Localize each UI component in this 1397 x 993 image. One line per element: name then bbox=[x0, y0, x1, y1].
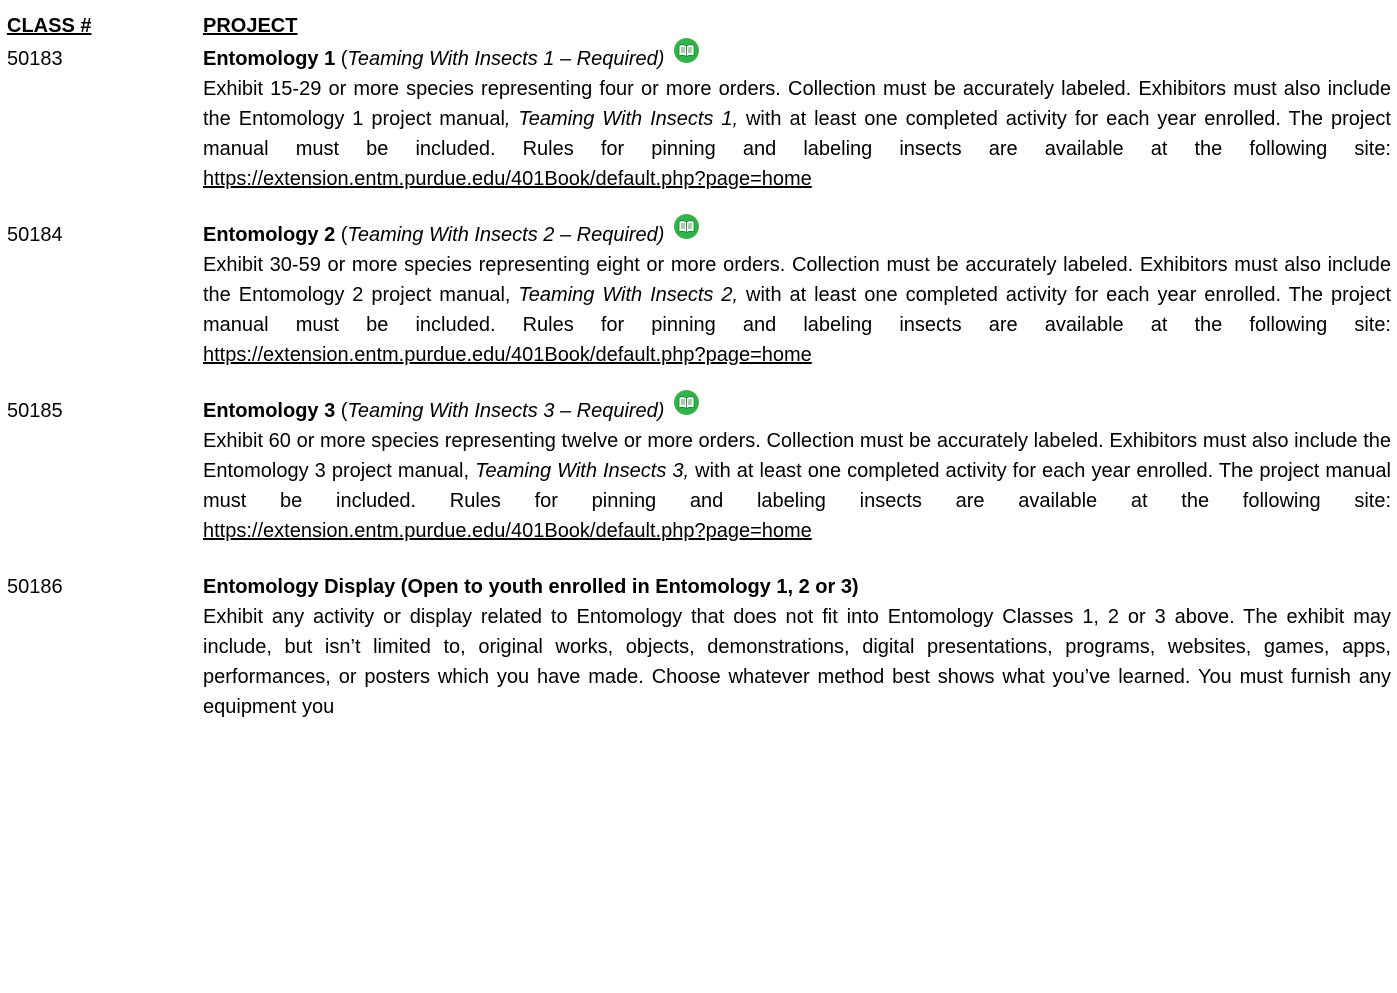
project-title-name: Entomology 1 bbox=[203, 48, 336, 70]
manual-title-italic: , Teaming With Insects 1, bbox=[504, 108, 739, 130]
description-text: Exhibit any activity or display related … bbox=[203, 606, 1391, 718]
project-manual-requirement: Teaming With Insects 1 – Required) bbox=[347, 48, 665, 70]
document-page: CLASS # PROJECT 50183 Entomology 1 (Team… bbox=[7, 0, 1391, 722]
project-title-name: Entomology 3 bbox=[203, 400, 336, 422]
class-number-header: CLASS # bbox=[7, 15, 92, 37]
project-entry-50186: 50186 Entomology Display (Open to youth … bbox=[7, 572, 1391, 722]
rules-link[interactable]: https://extension.entm.purdue.edu/401Boo… bbox=[203, 340, 812, 370]
class-number: 50185 bbox=[7, 400, 63, 422]
green-book-icon bbox=[674, 214, 700, 239]
class-number: 50183 bbox=[7, 48, 63, 70]
project-entry-50184: 50184 Entomology 2 (Teaming With Insects… bbox=[7, 214, 1391, 370]
project-title: Entomology Display (Open to youth enroll… bbox=[203, 572, 1391, 602]
project-header: PROJECT bbox=[203, 15, 298, 37]
class-number: 50184 bbox=[7, 224, 63, 246]
green-book-icon bbox=[674, 390, 700, 415]
project-manual-requirement: Teaming With Insects 2 – Required) bbox=[347, 224, 665, 246]
project-description: Exhibit 60 or more species representing … bbox=[203, 426, 1391, 546]
table-header: CLASS # PROJECT bbox=[7, 0, 1391, 44]
manual-title-italic: Teaming With Insects 3, bbox=[475, 460, 690, 482]
project-description: Exhibit 30-59 or more species representi… bbox=[203, 250, 1391, 370]
rules-link[interactable]: https://extension.entm.purdue.edu/401Boo… bbox=[203, 516, 812, 546]
project-title: Entomology 2 (Teaming With Insects 2 – R… bbox=[203, 214, 1391, 250]
project-title: Entomology 1 (Teaming With Insects 1 – R… bbox=[203, 38, 1391, 74]
project-description: Exhibit any activity or display related … bbox=[203, 602, 1391, 722]
project-title-name: Entomology 2 bbox=[203, 224, 336, 246]
manual-title-italic: Teaming With Insects 2, bbox=[518, 284, 739, 306]
project-manual-requirement: Teaming With Insects 3 – Required) bbox=[347, 400, 665, 422]
class-number: 50186 bbox=[7, 576, 63, 598]
rules-link[interactable]: https://extension.entm.purdue.edu/401Boo… bbox=[203, 164, 812, 194]
green-book-icon bbox=[674, 38, 700, 63]
title-paren: ( bbox=[335, 224, 348, 246]
project-title: Entomology 3 (Teaming With Insects 3 – R… bbox=[203, 390, 1391, 426]
title-paren: ( bbox=[335, 400, 348, 422]
project-description: Exhibit 15-29 or more species representi… bbox=[203, 74, 1391, 194]
project-title-name: Entomology Display (Open to youth enroll… bbox=[203, 576, 859, 598]
title-paren: ( bbox=[335, 48, 348, 70]
project-entry-50183: 50183 Entomology 1 (Teaming With Insects… bbox=[7, 38, 1391, 194]
project-entry-50185: 50185 Entomology 3 (Teaming With Insects… bbox=[7, 390, 1391, 546]
